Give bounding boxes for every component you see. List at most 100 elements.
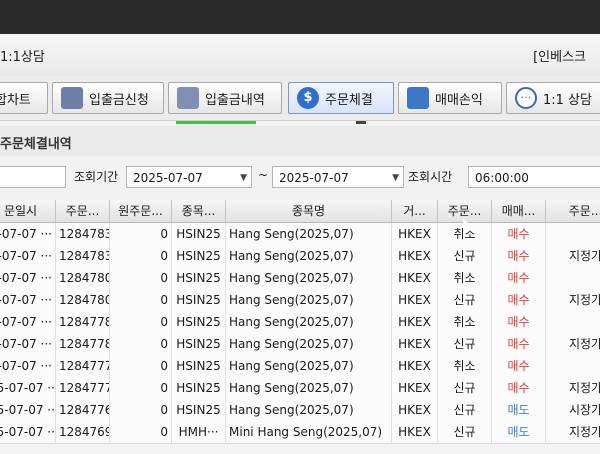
profit-loss-button[interactable]: 매매손익 bbox=[398, 82, 502, 114]
time-field[interactable]: 06:00:00 bbox=[468, 166, 600, 188]
cell-price-type: 지정가 bbox=[546, 245, 600, 267]
toolbar-label: 입출금내역 bbox=[205, 92, 265, 108]
cell-orig-order: 0 bbox=[110, 421, 172, 443]
cell-order-no: 1284777 bbox=[56, 377, 110, 399]
cell-order-type: 취소 bbox=[438, 355, 492, 377]
cell-price-type bbox=[546, 355, 600, 377]
cell-order-no: 1284780 bbox=[56, 289, 110, 311]
cell-price-type bbox=[546, 267, 600, 289]
table-row[interactable]: 25-07-07 ···12847690HMH···Mini Hang Seng… bbox=[0, 421, 600, 444]
cell-orig-order: 0 bbox=[110, 289, 172, 311]
cell-trade-side: 매수 bbox=[492, 223, 546, 245]
cell-orig-order: 0 bbox=[110, 267, 172, 289]
col-symbol[interactable]: 종목... bbox=[172, 200, 226, 222]
cell-order-time: -07-07 ··· bbox=[0, 223, 56, 245]
cell-price-type: 지정가 bbox=[546, 333, 600, 355]
cell-order-time: 5-07-07 ··· bbox=[0, 333, 56, 355]
cell-orig-order: 0 bbox=[110, 223, 172, 245]
title-bar: 1:1상담 [인베스크 bbox=[0, 34, 600, 77]
time-label: 조회시간 bbox=[408, 170, 453, 184]
cell-symbol-name: Hang Seng(2025,07) bbox=[226, 377, 392, 399]
table-row[interactable]: 25-07-07 ···12847760HSIN25Hang Seng(2025… bbox=[0, 399, 600, 422]
cell-exchange: HKEX bbox=[392, 311, 438, 333]
cell-orig-order: 0 bbox=[110, 399, 172, 421]
table-row[interactable]: -07-07 ··· 1284780 0 HSIN25 Hang Seng(2025,0… bbox=[0, 289, 600, 312]
cell-order-no: 1284778 bbox=[56, 311, 110, 333]
cell-order-no: 1284778 bbox=[56, 333, 110, 355]
toolbar: 합차트 입출금신청 입출금내역 $ 주문체결 매매손익 ··· 1:1 상담 bbox=[0, 76, 600, 121]
tilde-label: ~ bbox=[258, 168, 269, 182]
cell-order-type: 취소 bbox=[438, 267, 492, 289]
cell-order-type: 신규 bbox=[438, 333, 492, 355]
cell-order-time: 25-07-07 ··· bbox=[0, 377, 56, 399]
cell-price-type: 지정가 bbox=[546, 377, 600, 399]
cell-exchange: HKEX bbox=[392, 245, 438, 267]
period-label: 조회기간 bbox=[74, 170, 119, 184]
deposit-request-button[interactable]: 입출금신청 bbox=[52, 82, 164, 114]
col-order-no[interactable]: 주문... bbox=[56, 200, 110, 222]
account-field[interactable] bbox=[0, 166, 66, 188]
table-row[interactable]: 5-07-07 ···12847770HSIN25Hang Seng(2025,… bbox=[0, 355, 600, 378]
cell-orig-order: 0 bbox=[110, 311, 172, 333]
cell-exchange: HKEX bbox=[392, 399, 438, 421]
table-row[interactable]: 5-07-07 ···12847780HSIN25Hang Seng(2025,… bbox=[0, 333, 600, 356]
toolbar-label: 매매손익 bbox=[435, 92, 483, 108]
col-price-type[interactable]: 주문... bbox=[546, 200, 600, 222]
table-row[interactable]: -07-07 ··· 1284780 0 HSIN25 Hang Seng(2025,0… bbox=[0, 267, 600, 290]
col-orig-order[interactable]: 원주문... bbox=[110, 200, 172, 222]
table-header: 문일시 주문... 원주문... 종목... 종목명 거... 주문... 매매… bbox=[0, 200, 600, 223]
cell-order-time: -07-07 ··· bbox=[0, 267, 56, 289]
cell-symbol: HSIN25 bbox=[172, 267, 226, 289]
cell-trade-side: 매수 bbox=[492, 311, 546, 333]
chevron-down-icon[interactable]: ▼ bbox=[240, 167, 247, 189]
col-order-time[interactable]: 문일시 bbox=[0, 200, 56, 222]
cell-order-time: -07-07 ··· bbox=[0, 245, 56, 267]
end-date-value: 2025-07-07 bbox=[279, 171, 349, 185]
col-symbol-name[interactable]: 종목명 bbox=[226, 200, 392, 222]
col-exchange[interactable]: 거... bbox=[392, 200, 438, 222]
cell-exchange: HKEX bbox=[392, 289, 438, 311]
cell-orig-order: 0 bbox=[110, 245, 172, 267]
cell-order-no: 1284776 bbox=[56, 399, 110, 421]
end-date-field[interactable]: 2025-07-07 ▼ bbox=[272, 166, 404, 188]
cell-order-no: 1284780 bbox=[56, 267, 110, 289]
table-row[interactable]: -07-07 ··· 1284783 0 HSIN25 Hang Seng(2025,0… bbox=[0, 223, 600, 246]
order-execution-button[interactable]: $ 주문체결 bbox=[288, 82, 394, 114]
cell-order-type: 신규 bbox=[438, 245, 492, 267]
section-header: 주문체결내역 bbox=[0, 126, 600, 157]
history-doc-icon bbox=[177, 87, 199, 109]
cell-symbol-name: Mini Hang Seng(2025,07) bbox=[226, 421, 392, 443]
col-trade-side[interactable]: 매매... bbox=[492, 200, 546, 222]
table-row[interactable]: 25-07-07 ···12847770HSIN25Hang Seng(2025… bbox=[0, 377, 600, 400]
cell-symbol-name: Hang Seng(2025,07) bbox=[226, 289, 392, 311]
loading-indicator bbox=[356, 121, 366, 124]
cell-order-time: -07-07 ··· bbox=[0, 289, 56, 311]
cell-exchange: HKEX bbox=[392, 377, 438, 399]
cell-order-time: 5-07-07 ··· bbox=[0, 311, 56, 333]
consult-button[interactable]: ··· 1:1 상담 bbox=[506, 82, 600, 114]
cell-symbol: HSIN25 bbox=[172, 399, 226, 421]
table-row[interactable]: 5-07-07 ···12847780HSIN25Hang Seng(2025,… bbox=[0, 311, 600, 334]
cell-symbol-name: Hang Seng(2025,07) bbox=[226, 267, 392, 289]
toolbar-label: 1:1 상담 bbox=[543, 92, 592, 108]
start-date-field[interactable]: 2025-07-07 ▼ bbox=[126, 166, 252, 188]
cell-order-time: 25-07-07 ··· bbox=[0, 421, 56, 443]
cell-exchange: HKEX bbox=[392, 421, 438, 443]
chart-button[interactable]: 합차트 bbox=[0, 82, 48, 114]
cell-order-time: 25-07-07 ··· bbox=[0, 399, 56, 421]
chevron-down-icon[interactable]: ▼ bbox=[392, 167, 399, 189]
cell-exchange: HKEX bbox=[392, 333, 438, 355]
cell-symbol-name: Hang Seng(2025,07) bbox=[226, 223, 392, 245]
window-title-right: [인베스크 bbox=[533, 50, 586, 65]
cell-orig-order: 0 bbox=[110, 333, 172, 355]
section-title: 주문체결내역 bbox=[0, 137, 72, 152]
coin-icon: $ bbox=[297, 87, 319, 109]
cell-price-type bbox=[546, 311, 600, 333]
deposit-history-button[interactable]: 입출금내역 bbox=[168, 82, 282, 114]
cell-price-type: 지정가 bbox=[546, 421, 600, 443]
cell-order-no: 1284783 bbox=[56, 223, 110, 245]
table-row[interactable]: -07-07 ··· 1284783 0 HSIN25 Hang Seng(2025,0… bbox=[0, 245, 600, 268]
deposit-doc-icon bbox=[61, 87, 83, 109]
cell-symbol: HSIN25 bbox=[172, 245, 226, 267]
cell-symbol-name: Hang Seng(2025,07) bbox=[226, 355, 392, 377]
